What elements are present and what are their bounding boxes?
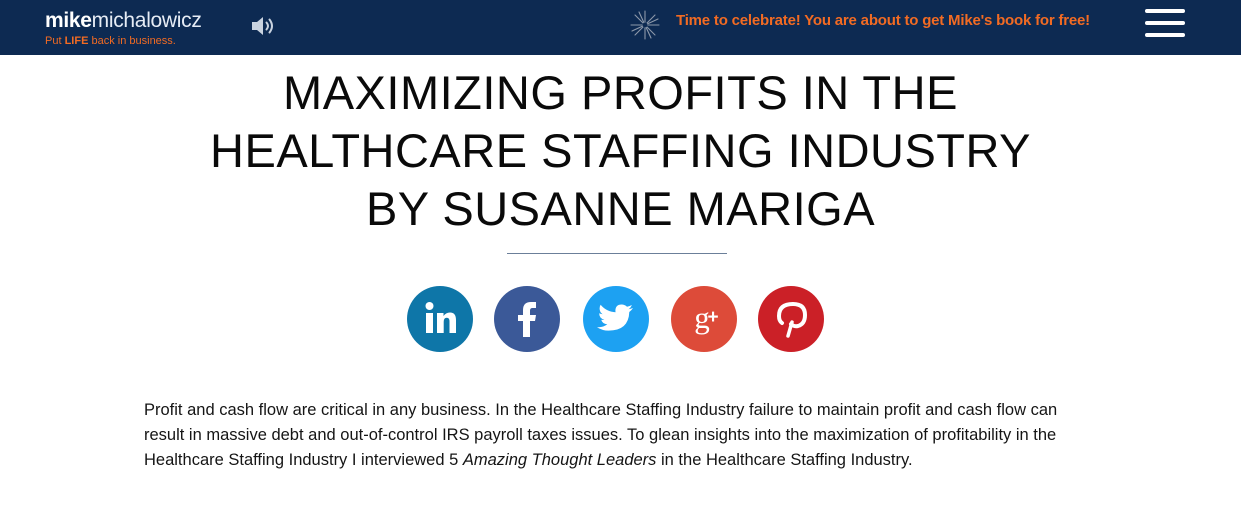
tagline-pre: Put: [45, 35, 65, 47]
logo-wordmark: mikemichalowicz: [45, 9, 202, 33]
twitter-icon: [597, 304, 633, 331]
google-plus-icon: g +: [694, 300, 718, 335]
fireworks-icon: [628, 8, 662, 42]
pinterest-icon: [776, 301, 808, 338]
facebook-share-button[interactable]: [494, 286, 560, 352]
linkedin-icon: [425, 302, 456, 333]
hamburger-menu-icon[interactable]: [1143, 7, 1187, 39]
article-intro-paragraph: Profit and cash flow are critical in any…: [144, 398, 1094, 473]
svg-text:+: +: [707, 307, 718, 328]
pinterest-share-button[interactable]: [758, 286, 824, 352]
title-line: BY SUSANNE MARIGA: [365, 182, 876, 235]
article-title: MAXIMIZING PROFITS IN THE HEALTHCARE STA…: [120, 64, 1121, 238]
top-navigation-bar: mikemichalowicz Put LIFE back in busines…: [0, 0, 1241, 55]
linkedin-share-button[interactable]: [407, 286, 473, 352]
intro-text-end: in the Healthcare Staffing Industry.: [656, 451, 913, 469]
google-plus-share-button[interactable]: g +: [671, 286, 737, 352]
logo-bold: mike: [45, 9, 92, 32]
title-divider: [507, 253, 727, 254]
tagline-highlight: LIFE: [64, 35, 89, 47]
twitter-share-button[interactable]: [583, 286, 649, 352]
site-logo[interactable]: mikemichalowicz Put LIFE back in busines…: [45, 9, 202, 47]
facebook-icon: [518, 302, 536, 337]
intro-emphasis: Amazing Thought Leaders: [462, 451, 657, 469]
logo-tagline: Put LIFE back in business.: [45, 35, 202, 47]
free-book-promo-link[interactable]: Time to celebrate! You are about to get …: [676, 12, 1090, 29]
tagline-post: back in business.: [88, 35, 176, 47]
title-line: MAXIMIZING PROFITS IN THE: [283, 66, 958, 119]
title-line: HEALTHCARE STAFFING INDUSTRY: [210, 124, 1031, 177]
speaker-icon[interactable]: [250, 14, 278, 38]
logo-light: michalowicz: [91, 9, 202, 32]
